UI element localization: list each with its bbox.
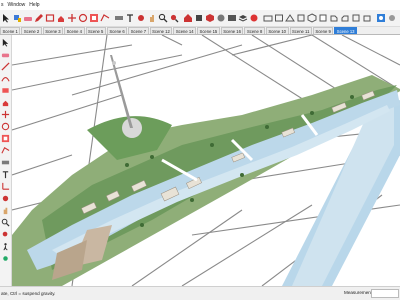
pan-icon[interactable] [147,12,157,25]
paint-icon[interactable] [12,12,22,25]
status-bar: ate, Ctrl = suspend gravity. Measurement [0,286,400,300]
push-pull-icon[interactable] [56,12,66,25]
tab-scene-1[interactable]: Scene 1 [0,27,21,34]
status-hint: ate, Ctrl = suspend gravity. [1,291,56,296]
main-toolbar [0,10,400,27]
tab-scene-9[interactable]: Scene 9 [312,27,334,34]
tab-scene-8[interactable]: Scene 8 [244,27,265,34]
zoom-icon[interactable] [158,12,168,25]
tape-icon[interactable] [114,12,124,25]
shadow-settings-icon[interactable] [387,12,397,25]
menu-bar: s Window Help [0,0,400,10]
tab-scene-10[interactable]: Scene 10 [265,27,289,34]
zoom-extents-icon[interactable] [169,12,179,25]
position-icon[interactable] [296,12,306,25]
rotate-icon[interactable] [1,121,11,131]
walk-icon[interactable] [1,241,11,251]
right-view-icon[interactable] [340,12,350,25]
front-view-icon[interactable] [329,12,339,25]
tab-scene-3[interactable]: Scene 3 [42,27,64,34]
site-model-render[interactable] [12,35,400,286]
line-icon[interactable] [1,61,11,71]
scale-icon[interactable] [89,12,99,25]
warehouse-icon[interactable] [183,12,193,25]
eraser-icon[interactable] [23,12,33,25]
tab-scene-14[interactable]: Scene 14 [173,27,197,34]
shadow-icon[interactable] [376,12,386,25]
eraser-icon[interactable] [1,49,11,59]
move-icon[interactable] [67,12,77,25]
tab-scene-2[interactable]: Scene 2 [21,27,42,34]
rectangle-icon[interactable] [1,85,11,95]
layers-icon[interactable] [238,12,248,25]
left-view-icon[interactable] [362,12,372,25]
menu-item-partial[interactable]: s [1,0,4,10]
measurements-label: Measurement [344,290,373,295]
zoom-extents-icon[interactable] [1,229,11,239]
walk-icon[interactable] [274,12,284,25]
tab-scene-15[interactable]: Scene 15 [197,27,220,34]
tab-scene-5[interactable]: Scene 5 [85,27,106,34]
rotate-icon[interactable] [78,12,88,25]
text-icon[interactable] [125,12,135,25]
tower-top [112,61,116,65]
tab-scene-13[interactable]: Scene 13 [334,27,357,34]
menu-item-help[interactable]: Help [29,0,39,10]
shape-icon[interactable] [45,12,55,25]
top-view-icon[interactable] [318,12,328,25]
select-icon[interactable] [1,12,11,25]
iso-view-icon[interactable] [307,12,317,25]
measurements-input[interactable] [371,289,399,298]
tape-icon[interactable] [1,157,11,167]
offset-icon[interactable] [100,12,110,25]
move-icon[interactable] [1,109,11,119]
tab-scene-11[interactable]: Scene 11 [289,27,312,34]
axes-icon[interactable] [1,181,11,191]
extension-icon[interactable] [194,12,204,25]
look-icon[interactable] [1,253,11,263]
text-icon[interactable] [1,169,11,179]
arc-icon[interactable] [1,73,11,83]
model-viewport[interactable] [12,35,400,286]
menu-item-window[interactable]: Window [8,0,26,10]
look-icon[interactable] [285,12,295,25]
tab-scene-12[interactable]: Scene 12 [149,27,173,34]
tab-scene-6[interactable]: Scene 6 [106,27,128,34]
pencil-icon[interactable] [34,12,44,25]
orbit-icon[interactable] [1,193,11,203]
offset-icon[interactable] [1,145,11,155]
section-icon[interactable] [249,12,259,25]
push-pull-icon[interactable] [1,97,11,107]
select-icon[interactable] [1,37,11,47]
camera-icon[interactable] [263,12,273,25]
scene-tabs: Scene 1 Scene 2 Scene 3 Scene 4 Scene 5 … [0,27,400,35]
tab-scene-16[interactable]: Scene 16 [220,27,244,34]
materials-icon[interactable] [216,12,226,25]
orbit-icon[interactable] [136,12,146,25]
styles-icon[interactable] [227,12,237,25]
tab-scene-7[interactable]: Scene 7 [128,27,149,34]
scale-icon[interactable] [1,133,11,143]
components-icon[interactable] [205,12,215,25]
tab-scene-4[interactable]: Scene 4 [64,27,85,34]
left-tool-palette [0,35,12,286]
back-view-icon[interactable] [351,12,361,25]
zoom-icon[interactable] [1,217,11,227]
pan-icon[interactable] [1,205,11,215]
